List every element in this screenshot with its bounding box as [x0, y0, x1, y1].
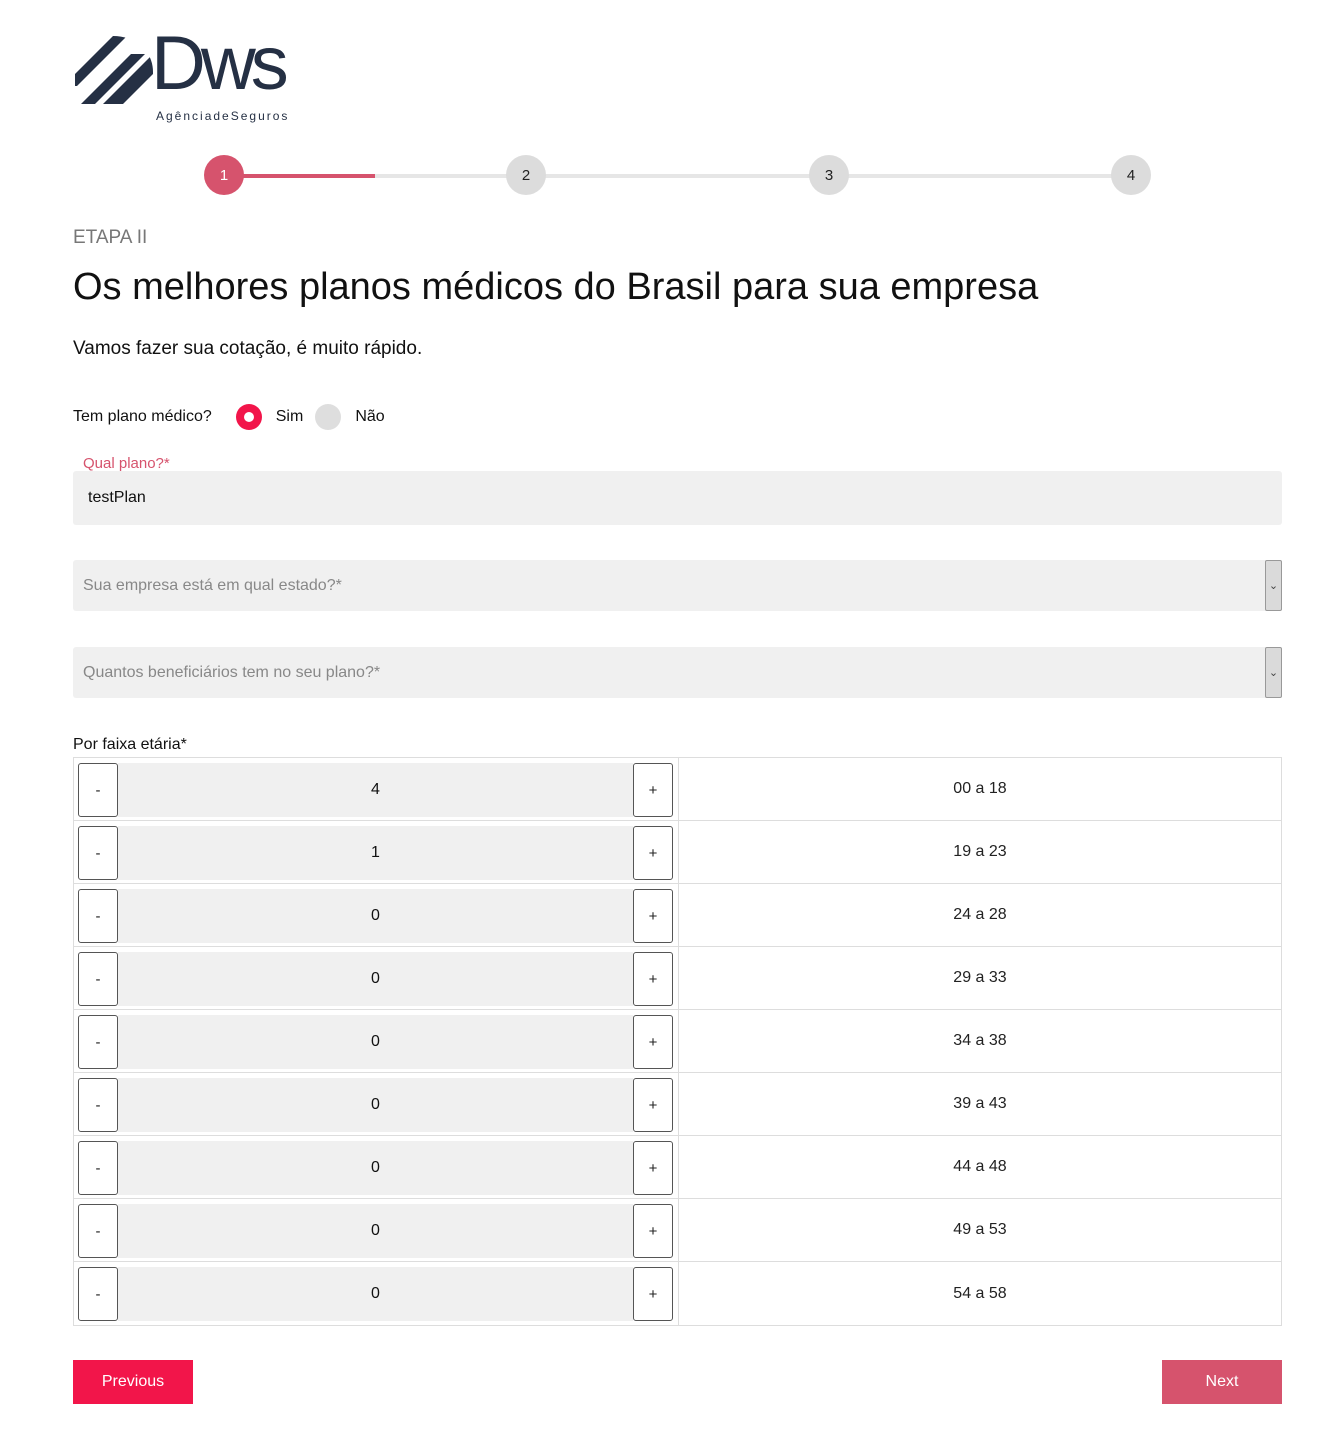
decrement-button[interactable]: -	[78, 1141, 118, 1195]
table-row: - 1 + 19 a 23	[74, 821, 1281, 884]
table-row: - 0 + 29 a 33	[74, 947, 1281, 1010]
age-range: 29 a 33	[953, 969, 1007, 986]
chevron-down-icon[interactable]: ⌄	[1265, 647, 1282, 698]
increment-button[interactable]: +	[633, 889, 673, 943]
logo: Dws AgênciadeSeguros	[73, 26, 303, 126]
quantity-value[interactable]: 0	[118, 1141, 633, 1195]
page-subtitle: Vamos fazer sua cotação, é muito rápido.	[73, 338, 423, 359]
quantity-value[interactable]: 0	[118, 1078, 633, 1132]
step-3[interactable]: 3	[809, 155, 849, 195]
qual-plano-label: Qual plano?*	[83, 455, 170, 472]
chevron-down-icon[interactable]: ⌄	[1265, 560, 1282, 611]
quantity-stepper: - 0 +	[74, 1262, 679, 1325]
quantity-stepper: - 4 +	[74, 758, 679, 820]
increment-button[interactable]: +	[633, 1267, 673, 1321]
radio-sim[interactable]	[235, 404, 262, 430]
decrement-button[interactable]: -	[78, 952, 118, 1006]
age-range: 00 a 18	[953, 780, 1007, 797]
decrement-button[interactable]: -	[78, 763, 118, 817]
decrement-button[interactable]: -	[78, 1078, 118, 1132]
step-4[interactable]: 4	[1111, 155, 1151, 195]
age-table: - 4 + 00 a 18 - 1 + 19 a 23 - 0 + 24 a 2…	[73, 757, 1282, 1326]
increment-button[interactable]: +	[633, 1015, 673, 1069]
age-range: 24 a 28	[953, 906, 1007, 923]
radio-nao-label[interactable]: Não	[355, 408, 384, 426]
age-range: 44 a 48	[953, 1158, 1007, 1175]
table-row: - 0 + 24 a 28	[74, 884, 1281, 947]
previous-button[interactable]: Previous	[73, 1360, 193, 1404]
decrement-button[interactable]: -	[78, 1267, 118, 1321]
logo-tagline: AgênciadeSeguros	[156, 109, 290, 123]
age-range: 54 a 58	[953, 1284, 1007, 1302]
logo-mark-icon	[75, 36, 153, 104]
next-button[interactable]: Next	[1162, 1360, 1282, 1404]
quantity-stepper: - 0 +	[74, 1010, 679, 1072]
quantity-stepper: - 0 +	[74, 1136, 679, 1198]
table-row: - 0 + 49 a 53	[74, 1199, 1281, 1262]
quantity-stepper: - 1 +	[74, 821, 679, 883]
step-line	[375, 174, 1131, 178]
increment-button[interactable]: +	[633, 1204, 673, 1258]
age-range: 34 a 38	[953, 1032, 1007, 1049]
faixa-etaria-label: Por faixa etária*	[73, 736, 187, 753]
decrement-button[interactable]: -	[78, 1015, 118, 1069]
age-range: 39 a 43	[953, 1095, 1007, 1112]
estado-select[interactable]: Sua empresa está em qual estado?* ⌄	[73, 560, 1282, 611]
decrement-button[interactable]: -	[78, 889, 118, 943]
table-row: - 0 + 39 a 43	[74, 1073, 1281, 1136]
page-title: Os melhores planos médicos do Brasil par…	[73, 266, 1039, 308]
increment-button[interactable]: +	[633, 1078, 673, 1132]
step-2[interactable]: 2	[506, 155, 546, 195]
radio-sim-label[interactable]: Sim	[276, 408, 304, 426]
estado-select-placeholder: Sua empresa está em qual estado?*	[83, 577, 342, 594]
increment-button[interactable]: +	[633, 952, 673, 1006]
step-line-progress	[224, 174, 375, 178]
plan-question-label: Tem plano médico?	[73, 408, 212, 425]
radio-nao[interactable]	[315, 404, 342, 430]
plan-question: Tem plano médico? Sim Não	[73, 404, 397, 430]
stage-label: ETAPA II	[73, 227, 148, 248]
decrement-button[interactable]: -	[78, 826, 118, 880]
increment-button[interactable]: +	[633, 1141, 673, 1195]
quantity-value[interactable]: 0	[118, 1015, 633, 1069]
table-row: - 0 + 34 a 38	[74, 1010, 1281, 1073]
quantity-value[interactable]: 0	[118, 889, 633, 943]
quantity-value[interactable]: 0	[118, 1267, 633, 1321]
quantity-stepper: - 0 +	[74, 1199, 679, 1261]
quantity-stepper: - 0 +	[74, 1073, 679, 1135]
beneficiarios-select-placeholder: Quantos beneficiários tem no seu plano?*	[83, 664, 381, 681]
table-row: - 4 + 00 a 18	[74, 758, 1281, 821]
beneficiarios-select[interactable]: Quantos beneficiários tem no seu plano?*…	[73, 647, 1282, 698]
table-row: - 0 + 54 a 58	[74, 1262, 1281, 1325]
quantity-value[interactable]: 0	[118, 952, 633, 1006]
increment-button[interactable]: +	[633, 826, 673, 880]
age-range: 19 a 23	[953, 843, 1007, 860]
quantity-value[interactable]: 1	[118, 826, 633, 880]
quantity-stepper: - 0 +	[74, 884, 679, 946]
step-1[interactable]: 1	[204, 155, 244, 195]
qual-plano-input[interactable]	[73, 471, 1282, 525]
age-range: 49 a 53	[953, 1221, 1007, 1238]
increment-button[interactable]: +	[633, 763, 673, 817]
decrement-button[interactable]: -	[78, 1204, 118, 1258]
quantity-value[interactable]: 4	[118, 763, 633, 817]
logo-wordmark: Dws	[151, 21, 289, 106]
quantity-value[interactable]: 0	[118, 1204, 633, 1258]
progress-stepper: 1 2 3 4	[204, 155, 1151, 195]
table-row: - 0 + 44 a 48	[74, 1136, 1281, 1199]
quantity-stepper: - 0 +	[74, 947, 679, 1009]
